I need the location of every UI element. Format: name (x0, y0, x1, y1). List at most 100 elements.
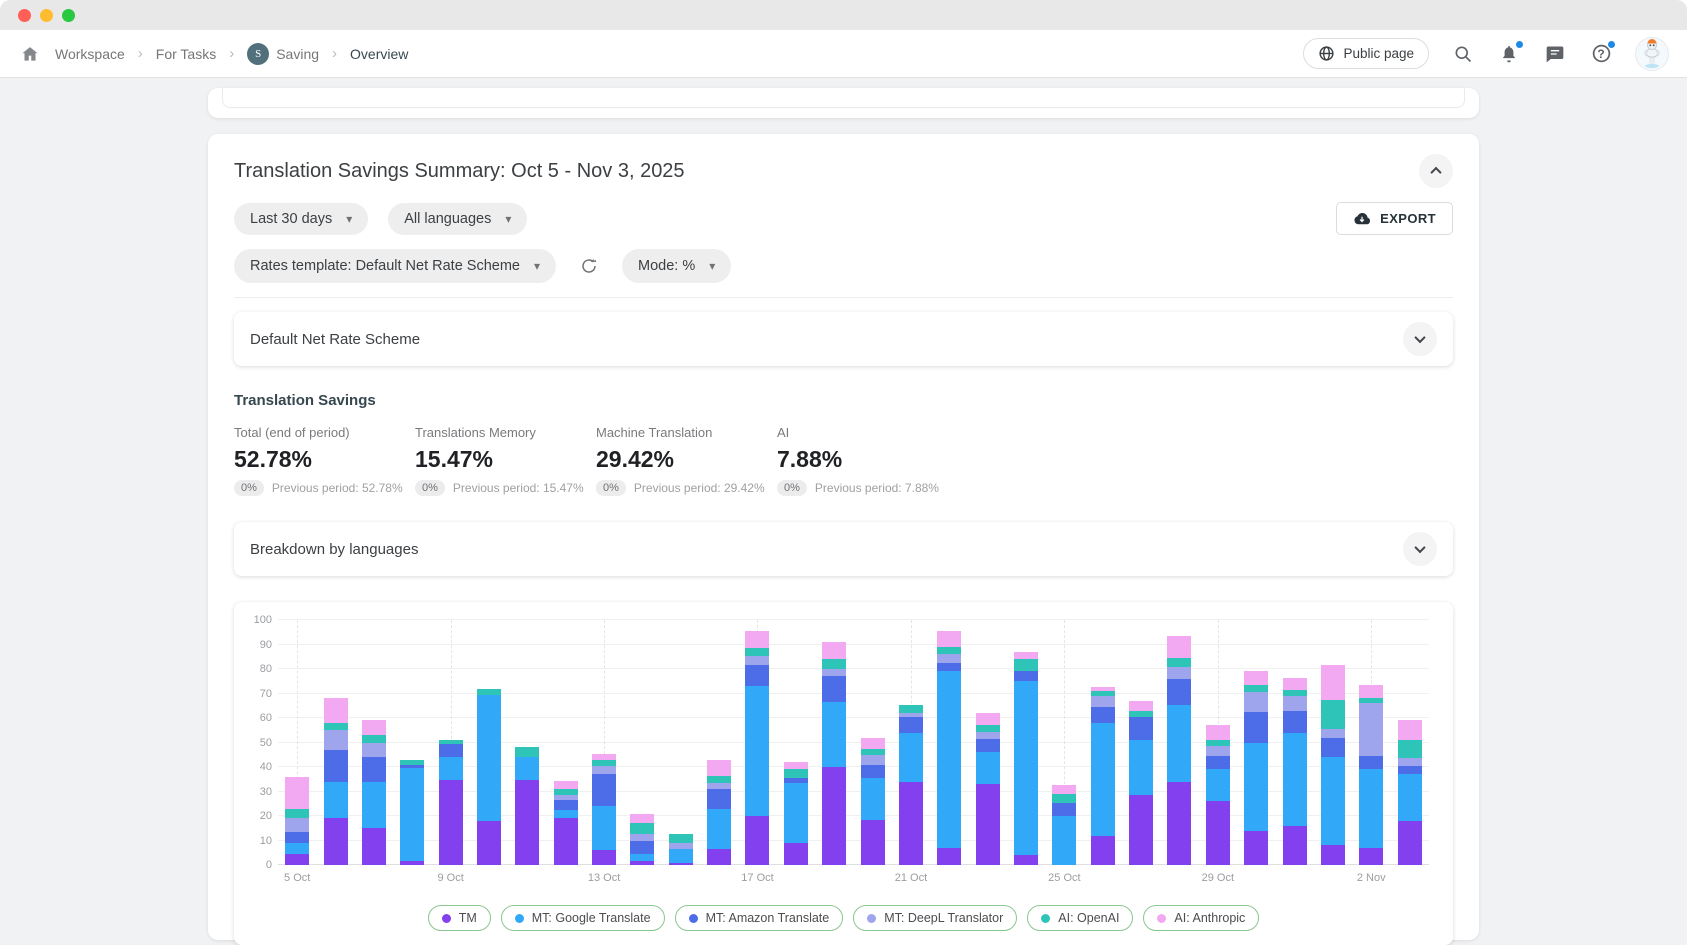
bar-column (1390, 620, 1428, 865)
stacked-bar[interactable] (745, 631, 769, 865)
bar-column (1314, 620, 1352, 865)
stacked-bar[interactable] (937, 631, 961, 865)
bar-segment (1283, 711, 1307, 733)
bar-segment (1091, 723, 1115, 836)
close-window-button[interactable] (18, 9, 31, 22)
stacked-bar[interactable] (362, 720, 386, 865)
bar-segment (861, 778, 885, 820)
languages-filter[interactable]: All languages ▾ (388, 203, 527, 235)
refresh-button[interactable] (576, 253, 602, 279)
legend-item[interactable]: AI: OpenAI (1027, 905, 1133, 931)
rate-scheme-panel[interactable]: Default Net Rate Scheme (234, 312, 1453, 366)
help-icon[interactable]: ? (1589, 42, 1613, 66)
stacked-bar[interactable] (1052, 785, 1076, 865)
legend-item[interactable]: AI: Anthropic (1143, 905, 1259, 931)
bar-segment (1283, 696, 1307, 711)
mode-filter[interactable]: Mode: % ▾ (622, 249, 731, 283)
stacked-bar[interactable] (630, 814, 654, 865)
collapse-card-button[interactable] (1419, 154, 1453, 188)
bar-column: 5 Oct (278, 620, 316, 865)
stacked-bar[interactable] (1129, 701, 1153, 865)
stacked-bar[interactable] (324, 698, 348, 865)
breakdown-panel[interactable]: Breakdown by languages (234, 522, 1453, 576)
expand-scheme-button[interactable] (1403, 322, 1437, 356)
bar-segment (1244, 712, 1268, 743)
breadcrumb-item-workspace[interactable]: Workspace (55, 46, 125, 62)
minimize-window-button[interactable] (40, 9, 53, 22)
bar-segment (1321, 729, 1345, 738)
chat-icon[interactable] (1543, 42, 1567, 66)
maximize-window-button[interactable] (62, 9, 75, 22)
rates-template-filter[interactable]: Rates template: Default Net Rate Scheme … (234, 249, 556, 283)
stacked-bar[interactable] (1283, 678, 1307, 865)
bar-column: 21 Oct (892, 620, 930, 865)
bar-column (700, 620, 738, 865)
export-button[interactable]: EXPORT (1336, 202, 1453, 235)
stacked-bar[interactable] (1359, 685, 1383, 865)
bar-segment (1398, 821, 1422, 865)
bar-column (1084, 620, 1122, 865)
legend-item[interactable]: TM (428, 905, 491, 931)
stacked-bar[interactable] (976, 713, 1000, 865)
bar-segment (285, 809, 309, 819)
summary-card-header: Translation Savings Summary: Oct 5 - Nov… (234, 134, 1453, 188)
bar-segment (861, 765, 885, 778)
legend-item[interactable]: MT: Amazon Translate (675, 905, 844, 931)
stacked-bar[interactable] (822, 642, 846, 865)
stacked-bar[interactable] (439, 740, 463, 865)
stacked-bar[interactable] (515, 747, 539, 865)
legend-dot (1041, 914, 1050, 923)
stat-ai: AI 7.88% 0% Previous period: 7.88% (777, 425, 958, 496)
search-icon[interactable] (1451, 42, 1475, 66)
chevron-right-icon: › (229, 45, 234, 62)
stacked-bar[interactable] (400, 760, 424, 865)
breadcrumb-item-overview[interactable]: Overview (350, 46, 408, 62)
bar-segment (976, 784, 1000, 865)
public-page-button[interactable]: Public page (1303, 38, 1429, 69)
stacked-bar[interactable] (899, 705, 923, 865)
y-axis-tick-label: 40 (260, 761, 272, 773)
stacked-bar[interactable] (1244, 671, 1268, 865)
legend-item[interactable]: MT: DeepL Translator (853, 905, 1017, 931)
stacked-bar[interactable] (285, 777, 309, 865)
bar-segment (1244, 692, 1268, 712)
expand-breakdown-button[interactable] (1403, 532, 1437, 566)
bar-column (470, 620, 508, 865)
stacked-bar[interactable] (1091, 687, 1115, 865)
x-axis-tick-label: 17 Oct (741, 872, 773, 884)
stacked-bar[interactable] (592, 754, 616, 865)
bar-segment (822, 669, 846, 676)
stacked-bar[interactable] (1014, 652, 1038, 865)
bar-segment (1283, 678, 1307, 690)
legend-item[interactable]: MT: Google Translate (501, 905, 665, 931)
stacked-bar[interactable] (1206, 725, 1230, 865)
date-range-filter[interactable]: Last 30 days ▾ (234, 203, 368, 235)
stacked-bar[interactable] (707, 760, 731, 865)
stacked-bar[interactable] (477, 689, 501, 865)
stacked-bar[interactable] (1167, 636, 1191, 865)
bar-segment (1321, 738, 1345, 758)
stacked-bar[interactable] (1321, 665, 1345, 865)
legend-dot (515, 914, 524, 923)
x-axis-tick-label: 5 Oct (284, 872, 310, 884)
chevron-down-icon: ▾ (346, 212, 352, 226)
divider (234, 297, 1453, 298)
notifications-bell-icon[interactable] (1497, 42, 1521, 66)
breadcrumb-item-saving[interactable]: S Saving (247, 43, 319, 65)
breadcrumb-item-for-tasks[interactable]: For Tasks (156, 46, 216, 62)
navbar-actions: Public page ? (1303, 37, 1669, 71)
stacked-bar[interactable] (784, 762, 808, 865)
bar-segment (1321, 700, 1345, 729)
user-avatar[interactable] (1635, 37, 1669, 71)
bar-column: 25 Oct (1045, 620, 1083, 865)
bar-segment (1283, 826, 1307, 865)
bar-segment (745, 648, 769, 655)
bar-column (547, 620, 585, 865)
stacked-bar[interactable] (861, 738, 885, 865)
stacked-bar[interactable] (554, 781, 578, 865)
bar-segment (1167, 667, 1191, 679)
stacked-bar[interactable] (669, 834, 693, 865)
legend-dot (867, 914, 876, 923)
stacked-bar[interactable] (1398, 720, 1422, 865)
home-icon[interactable] (18, 42, 42, 66)
